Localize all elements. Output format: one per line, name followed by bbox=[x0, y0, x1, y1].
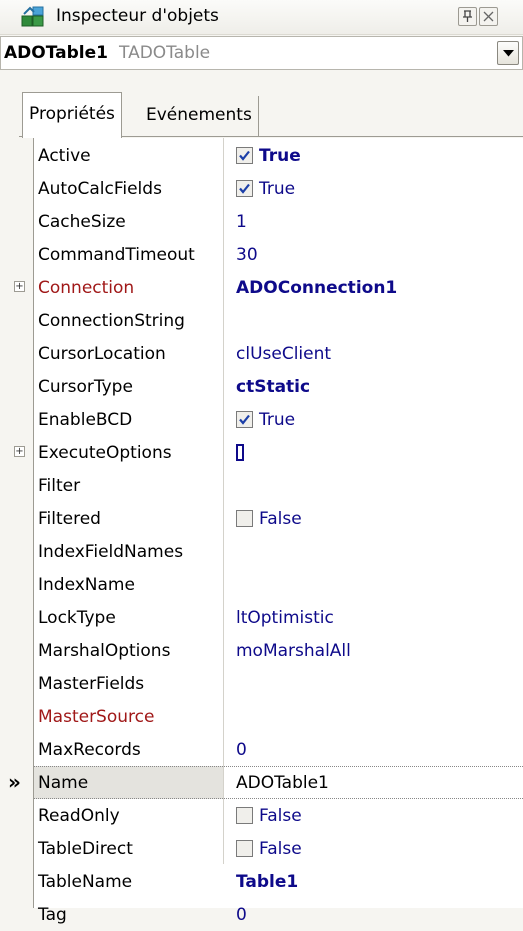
property-value[interactable]: False bbox=[236, 806, 302, 826]
property-row-cursorlocation[interactable]: CursorLocation clUseClient bbox=[0, 337, 523, 370]
tab-evenements[interactable]: Evénements bbox=[140, 96, 259, 136]
component-selector[interactable]: ADOTable1 TADOTable bbox=[0, 36, 523, 70]
object-inspector-icon bbox=[20, 4, 48, 30]
close-icon bbox=[483, 11, 494, 22]
property-name: Filter bbox=[38, 476, 81, 496]
property-name: CursorLocation bbox=[38, 344, 166, 364]
tab-bar: Propriétés Evénements bbox=[0, 92, 523, 138]
property-name: Connection bbox=[38, 278, 135, 298]
property-name: CommandTimeout bbox=[38, 245, 195, 265]
component-type: TADOTable bbox=[119, 43, 211, 63]
checkbox-checked-icon[interactable] bbox=[236, 180, 253, 197]
pin-icon bbox=[463, 10, 472, 22]
component-name: ADOTable1 bbox=[4, 43, 108, 63]
property-name: TableName bbox=[38, 872, 133, 892]
pin-button[interactable] bbox=[458, 7, 477, 26]
property-name: CursorType bbox=[38, 377, 133, 397]
property-name: ReadOnly bbox=[38, 806, 120, 826]
property-name: IndexFieldNames bbox=[38, 542, 184, 562]
empty-set-icon bbox=[236, 444, 244, 461]
property-row-filtered[interactable]: Filtered False bbox=[0, 502, 523, 535]
property-name: TableDirect bbox=[38, 839, 133, 859]
property-row-name[interactable]: » Name ADOTable1 bbox=[0, 766, 523, 799]
property-name: CacheSize bbox=[38, 212, 126, 232]
property-row-commandtimeout[interactable]: CommandTimeout 30 bbox=[0, 238, 523, 271]
property-row-indexfieldnames[interactable]: IndexFieldNames bbox=[0, 535, 523, 568]
property-value-text: True bbox=[259, 410, 296, 430]
property-name: ConnectionString bbox=[38, 311, 185, 331]
property-row-connection[interactable]: + Connection ADOConnection1 bbox=[0, 271, 523, 304]
property-row-executeoptions[interactable]: + ExecuteOptions bbox=[0, 436, 523, 469]
property-name: MasterFields bbox=[38, 674, 145, 694]
property-row-cursortype[interactable]: CursorType ctStatic bbox=[0, 370, 523, 403]
chevron-down-icon bbox=[502, 49, 514, 56]
property-value[interactable]: ltOptimistic bbox=[236, 608, 334, 628]
property-row-masterfields[interactable]: MasterFields bbox=[0, 667, 523, 700]
checkbox-unchecked-icon[interactable] bbox=[236, 510, 253, 527]
property-value[interactable]: False bbox=[236, 509, 302, 529]
checkbox-checked-icon[interactable] bbox=[236, 411, 253, 428]
property-grid: Active True AutoCalcFields True CacheSize 1 Co… bbox=[0, 138, 523, 925]
property-name: MarshalOptions bbox=[38, 641, 171, 661]
property-row-enablebcd[interactable]: EnableBCD True bbox=[0, 403, 523, 436]
property-value-text: False bbox=[259, 509, 302, 529]
component-dropdown-button[interactable] bbox=[497, 41, 519, 65]
property-value[interactable]: 0 bbox=[236, 905, 247, 925]
property-name: AutoCalcFields bbox=[38, 179, 162, 199]
property-name: MaxRecords bbox=[38, 740, 141, 760]
property-name: ExecuteOptions bbox=[38, 443, 172, 463]
property-name: Active bbox=[38, 146, 91, 166]
property-row-active[interactable]: Active True bbox=[0, 139, 523, 172]
property-value[interactable]: True bbox=[236, 179, 295, 199]
plus-expand-icon[interactable]: + bbox=[14, 281, 25, 292]
property-row-tabledirect[interactable]: TableDirect False bbox=[0, 832, 523, 865]
checkbox-checked-icon[interactable] bbox=[236, 147, 253, 164]
property-value-text: True bbox=[259, 146, 301, 166]
property-row-indexname[interactable]: IndexName bbox=[0, 568, 523, 601]
property-name: Tag bbox=[38, 905, 67, 925]
property-name: MasterSource bbox=[38, 707, 155, 727]
property-name: IndexName bbox=[38, 575, 135, 595]
property-value[interactable]: 1 bbox=[236, 212, 247, 232]
property-value[interactable]: ADOConnection1 bbox=[236, 278, 397, 298]
property-row-cachesize[interactable]: CacheSize 1 bbox=[0, 205, 523, 238]
property-row-filter[interactable]: Filter bbox=[0, 469, 523, 502]
property-row-autocalcfields[interactable]: AutoCalcFields True bbox=[0, 172, 523, 205]
property-value-text: True bbox=[259, 179, 296, 199]
property-name: EnableBCD bbox=[38, 410, 133, 430]
property-name: Name bbox=[38, 773, 89, 793]
property-value[interactable]: ctStatic bbox=[236, 377, 310, 397]
property-row-tag[interactable]: Tag 0 bbox=[0, 898, 523, 931]
property-row-tablename[interactable]: TableName Table1 bbox=[0, 865, 523, 898]
property-row-maxrecords[interactable]: MaxRecords 0 bbox=[0, 733, 523, 766]
property-value[interactable]: clUseClient bbox=[236, 344, 331, 364]
property-row-connectionstring[interactable]: ConnectionString bbox=[0, 304, 523, 337]
property-value-text: False bbox=[259, 839, 302, 859]
property-row-mastersource[interactable]: MasterSource bbox=[0, 700, 523, 733]
tab-proprietes[interactable]: Propriétés bbox=[22, 92, 122, 138]
property-value[interactable]: 30 bbox=[236, 245, 258, 265]
plus-expand-icon[interactable]: + bbox=[14, 446, 25, 457]
selection-top-line bbox=[34, 766, 523, 767]
window-title: Inspecteur d'objets bbox=[56, 6, 219, 26]
property-value[interactable]: True bbox=[236, 410, 295, 430]
checkbox-unchecked-icon[interactable] bbox=[236, 840, 253, 857]
property-value[interactable]: ADOTable1 bbox=[236, 773, 329, 793]
property-value[interactable]: Table1 bbox=[236, 872, 298, 892]
property-name: LockType bbox=[38, 608, 116, 628]
property-value[interactable] bbox=[236, 443, 244, 463]
close-button[interactable] bbox=[479, 7, 498, 26]
property-value[interactable]: True bbox=[236, 146, 301, 166]
property-row-readonly[interactable]: ReadOnly False bbox=[0, 799, 523, 832]
checkbox-unchecked-icon[interactable] bbox=[236, 807, 253, 824]
property-row-marshaloptions[interactable]: MarshalOptions moMarshalAll bbox=[0, 634, 523, 667]
property-value-text: False bbox=[259, 806, 302, 826]
title-bar: Inspecteur d'objets bbox=[0, 0, 523, 35]
property-row-locktype[interactable]: LockType ltOptimistic bbox=[0, 601, 523, 634]
double-chevron-right-icon: » bbox=[8, 770, 21, 794]
property-name: Filtered bbox=[38, 509, 101, 529]
property-value[interactable]: moMarshalAll bbox=[236, 641, 351, 661]
property-value[interactable]: False bbox=[236, 839, 302, 859]
property-value[interactable]: 0 bbox=[236, 740, 247, 760]
